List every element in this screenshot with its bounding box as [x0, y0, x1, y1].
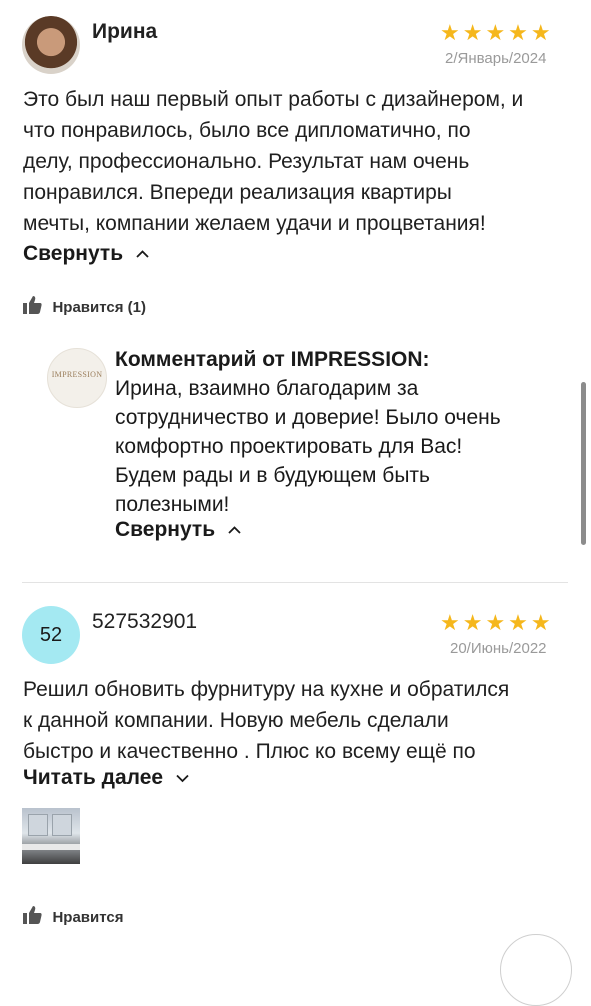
review-text-line: быстро и качественно . Плюс ко всему ещё… — [23, 740, 476, 763]
review-text-line: что понравилось, было все дипломатично, … — [23, 119, 471, 142]
thumbs-up-icon — [23, 906, 42, 929]
review-date: 20/Июнь/2022 — [450, 640, 547, 657]
reviewer-name: Ирина — [92, 20, 158, 43]
reply-text: Ирина, взаимно благодарим за сотрудничес… — [115, 374, 565, 519]
company-logo-text: IMPRESSION — [51, 370, 103, 379]
chevron-up-icon — [135, 246, 150, 263]
reviewer-avatar: 52 — [22, 606, 80, 664]
like-button[interactable]: Нравится (1) — [23, 296, 146, 319]
scrollbar[interactable] — [581, 382, 586, 545]
reply-text-line: сотрудничество и доверие! Было очень — [115, 406, 501, 429]
divider — [22, 582, 568, 583]
reply-collapse-button[interactable]: Свернуть — [115, 518, 242, 542]
thumbs-up-icon — [23, 296, 42, 319]
like-button[interactable]: Нравится — [23, 906, 123, 929]
reply-text-line: комфортно проектировать для Вас! — [115, 435, 463, 458]
star-rating: ★★★★★ — [440, 20, 554, 45]
reply-title: Комментарий от IMPRESSION: — [115, 348, 430, 371]
floating-action-button[interactable] — [500, 934, 572, 1006]
reply-text-line: Ирина, взаимно благодарим за — [115, 377, 419, 400]
review-text-line: Это был наш первый опыт работы с дизайне… — [23, 88, 524, 111]
review-text-line: делу, профессионально. Результат нам оче… — [23, 150, 470, 173]
chevron-up-icon — [227, 522, 242, 539]
collapse-button[interactable]: Свернуть — [23, 242, 150, 266]
review-text: Решил обновить фурнитуру на кухне и обра… — [23, 674, 578, 767]
collapse-label: Свернуть — [115, 518, 216, 541]
like-label: Нравится (1) — [52, 299, 146, 316]
reviewer-avatar — [22, 16, 80, 74]
like-label: Нравится — [52, 909, 124, 926]
reviewer-name: 527532901 — [92, 610, 198, 633]
review-photo-thumbnail[interactable] — [22, 808, 80, 864]
read-more-label: Читать далее — [23, 766, 164, 789]
reply-text-line: Будем рады и в будующем быть — [115, 464, 430, 487]
company-logo: IMPRESSION — [47, 348, 107, 408]
reply-text-line: полезными! — [115, 493, 230, 516]
read-more-button[interactable]: Читать далее — [23, 766, 190, 790]
review-text-line: Решил обновить фурнитуру на кухне и обра… — [23, 678, 510, 701]
review-text: Это был наш первый опыт работы с дизайне… — [23, 84, 578, 239]
review-text-line: мечты, компании желаем удачи и процветан… — [23, 212, 486, 235]
review-text-line: к данной компании. Новую мебель сделали — [23, 709, 449, 732]
review-date: 2/Январь/2024 — [445, 50, 547, 67]
chevron-down-icon — [175, 770, 190, 787]
star-rating: ★★★★★ — [440, 610, 554, 635]
collapse-label: Свернуть — [23, 242, 124, 265]
review-text-line: понравился. Впереди реализация квартиры — [23, 181, 452, 204]
